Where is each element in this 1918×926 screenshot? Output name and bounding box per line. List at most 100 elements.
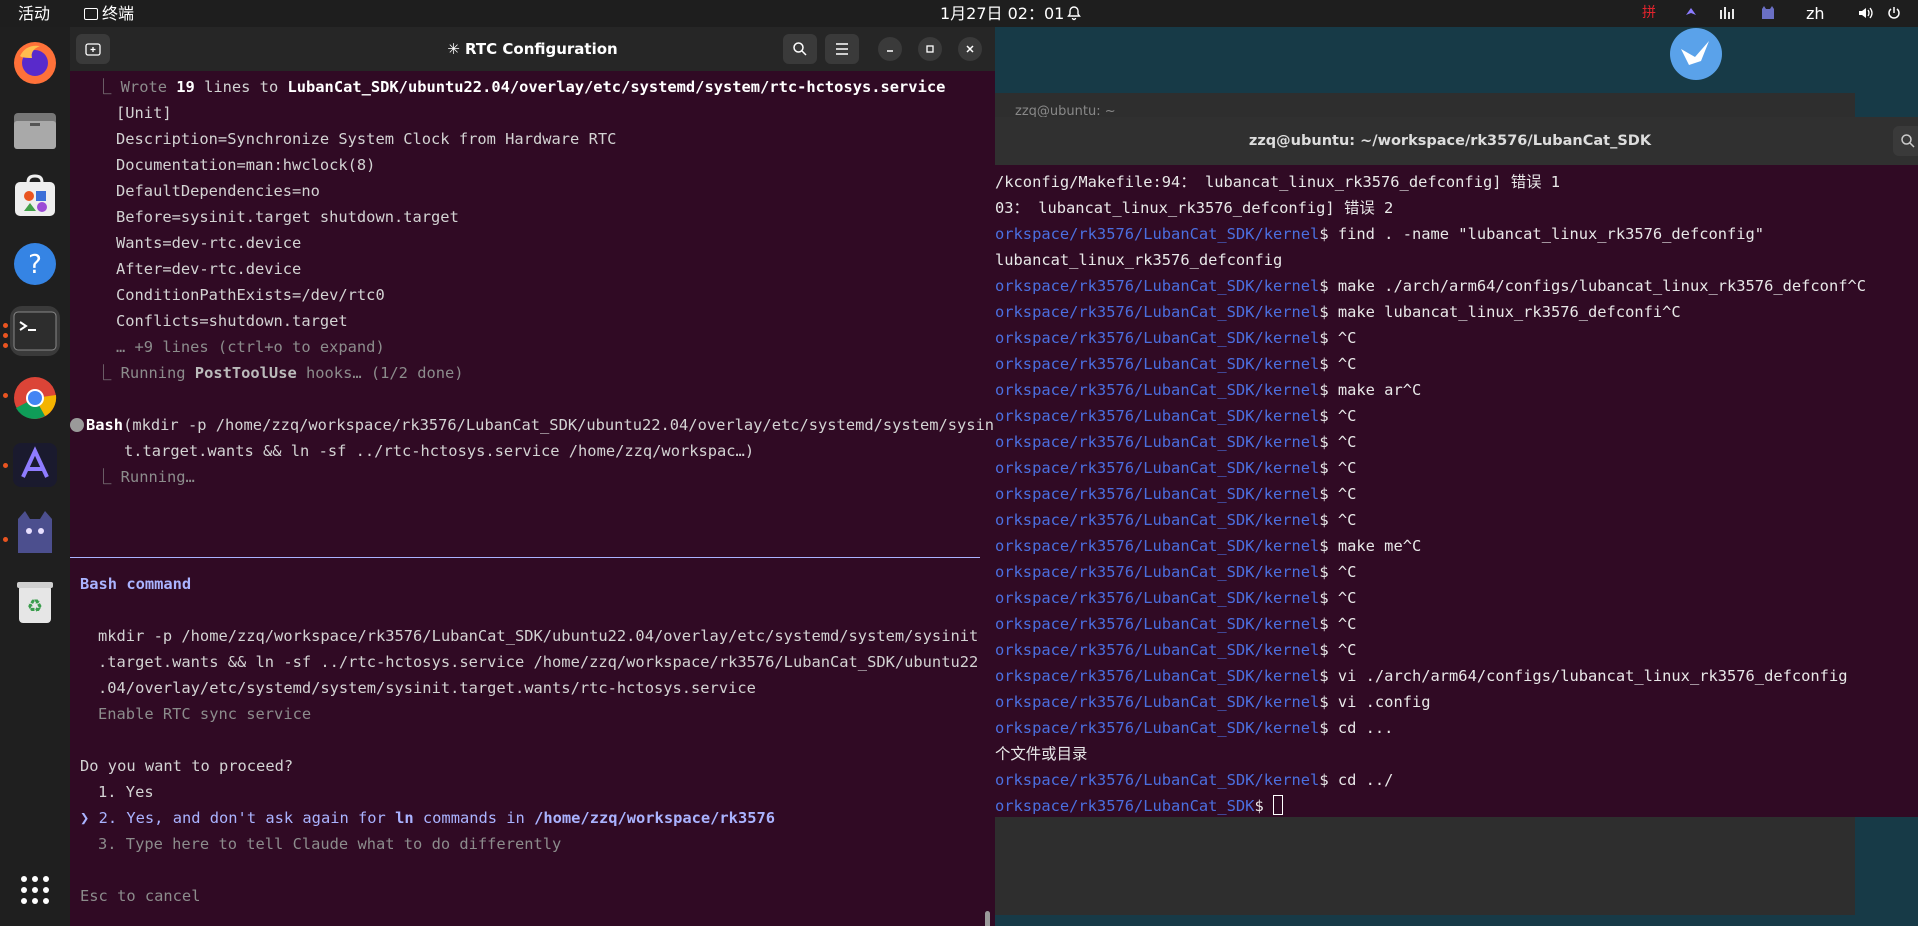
app-center-icon[interactable] <box>10 172 60 222</box>
shell-line: orkspace/rk3576/LubanCat_SDK/kernel$ ^C <box>995 351 1356 377</box>
scrollbar-thumb[interactable] <box>985 911 990 926</box>
tray-bird-icon[interactable] <box>1684 0 1698 27</box>
divider <box>70 557 980 558</box>
svg-text:?: ? <box>28 250 42 280</box>
command-text: $ ^C <box>1319 589 1357 607</box>
tray-network-icon[interactable] <box>1719 0 1737 27</box>
section-title: Bash command <box>80 575 192 593</box>
running-indicator <box>3 323 8 328</box>
terminal-small-icon <box>84 8 98 20</box>
terminal-app-menu[interactable]: 终端 <box>84 0 134 27</box>
prompt-path: orkspace/rk3576/LubanCat_SDK/kernel <box>995 381 1320 399</box>
close-button[interactable] <box>958 37 982 61</box>
shell-line: orkspace/rk3576/LubanCat_SDK/kernel$ vi … <box>995 663 1847 689</box>
output-line: ⎿ Wrote 19 lines to LubanCat_SDK/ubuntu2… <box>96 78 946 96</box>
command-text: $ ^C <box>1319 563 1357 581</box>
input-method-indicator[interactable]: 拼 <box>1642 0 1656 27</box>
command-text: $ make lubancat_linux_rk3576_defconfi^C <box>1319 303 1681 321</box>
files-icon[interactable] <box>10 105 60 155</box>
output-line: Documentation=man:hwclock(8) <box>116 156 376 174</box>
command-text: /kconfig/Makefile:94： lubancat_linux_rk3… <box>995 173 1561 191</box>
ai-app-icon[interactable] <box>10 440 60 490</box>
shell-line: lubancat_linux_rk3576_defconfig <box>995 247 1282 273</box>
output-line: Wants=dev-rtc.device <box>116 234 302 252</box>
prompt-path: orkspace/rk3576/LubanCat_SDK/kernel <box>995 719 1320 737</box>
shell-line: orkspace/rk3576/LubanCat_SDK/kernel$ ^C <box>995 429 1356 455</box>
top-bar: 活动 终端 1月27日 02：01 拼 zh <box>0 0 1918 27</box>
bash-tool-line: Bash(mkdir -p /home/zzq/workspace/rk3576… <box>70 412 995 438</box>
trash-icon[interactable]: ♻ <box>10 577 60 627</box>
esc-hint: Esc to cancel <box>80 887 201 905</box>
prompt-path: orkspace/rk3576/LubanCat_SDK/kernel <box>995 615 1320 633</box>
chrome-icon[interactable] <box>10 373 60 423</box>
search-button[interactable] <box>783 34 817 64</box>
option-yes-dont-ask[interactable]: ❯ 2. Yes, and don't ask again for ln com… <box>80 805 775 831</box>
dock: ? ♻ <box>0 27 70 926</box>
power-icon[interactable] <box>1886 0 1902 27</box>
command-text: $ vi .config <box>1319 693 1431 711</box>
prompt-path: orkspace/rk3576/LubanCat_SDK <box>995 797 1255 815</box>
terminal-window-shell[interactable]: zzq@ubuntu: ~/workspace/rk3576/LubanCat_… <box>995 117 1918 817</box>
shell-line: orkspace/rk3576/LubanCat_SDK/kernel$ ^C <box>995 481 1356 507</box>
prompt-path: orkspace/rk3576/LubanCat_SDK/kernel <box>995 277 1320 295</box>
command-text: $ make me^C <box>1319 537 1422 555</box>
option-yes[interactable]: 1. Yes <box>98 779 154 805</box>
shell-line: orkspace/rk3576/LubanCat_SDK/kernel$ mak… <box>995 533 1421 559</box>
running-indicator <box>3 463 8 468</box>
prompt-path: orkspace/rk3576/LubanCat_SDK/kernel <box>995 433 1320 451</box>
output-line: [Unit] <box>116 104 172 122</box>
activities-button[interactable]: 活动 <box>18 0 50 27</box>
app-name: 终端 <box>102 4 135 23</box>
tray-cat-icon[interactable] <box>1760 0 1776 27</box>
terminal-window-claude[interactable]: ✳ RTC Configuration ⎿ Wrote 19 lines to … <box>70 27 995 926</box>
hamburger-menu-button[interactable] <box>825 34 859 64</box>
cat-app-icon[interactable] <box>10 507 60 557</box>
command-text: $ ^C <box>1319 433 1357 451</box>
shell-line: orkspace/rk3576/LubanCat_SDK$ <box>995 793 1283 817</box>
command-text: $ ^C <box>1319 407 1357 425</box>
help-icon[interactable]: ? <box>10 239 60 289</box>
prompt-path: orkspace/rk3576/LubanCat_SDK/kernel <box>995 303 1320 321</box>
terminal-output[interactable]: ⎿ Wrote 19 lines to LubanCat_SDK/ubuntu2… <box>70 71 995 926</box>
language-indicator[interactable]: zh <box>1806 0 1825 27</box>
wallpaper-logo <box>1670 28 1722 80</box>
shell-output[interactable]: /kconfig/Makefile:94： lubancat_linux_rk3… <box>995 165 1918 817</box>
command-text: $ ^C <box>1319 511 1357 529</box>
option-tell-claude[interactable]: 3. Type here to tell Claude what to do d… <box>98 831 561 857</box>
prompt-path: orkspace/rk3576/LubanCat_SDK/kernel <box>995 563 1320 581</box>
prompt-path: orkspace/rk3576/LubanCat_SDK/kernel <box>995 641 1320 659</box>
output-line: Conflicts=shutdown.target <box>116 312 348 330</box>
command-text: $ make ar^C <box>1319 381 1422 399</box>
shell-line: orkspace/rk3576/LubanCat_SDK/kernel$ cd … <box>995 767 1393 793</box>
expand-hint[interactable]: … +9 lines (ctrl+o to expand) <box>116 334 385 360</box>
maximize-button[interactable] <box>918 37 942 61</box>
firefox-icon[interactable] <box>10 38 60 88</box>
shell-line: orkspace/rk3576/LubanCat_SDK/kernel$ vi … <box>995 689 1431 715</box>
running-indicator <box>3 393 8 398</box>
command-text: $ <box>1254 797 1273 815</box>
command-text: $ ^C <box>1319 329 1357 347</box>
terminal-icon[interactable] <box>10 306 60 356</box>
window-title: zzq@ubuntu: ~/workspace/rk3576/LubanCat_… <box>1248 133 1652 149</box>
search-button[interactable] <box>1893 126 1918 156</box>
shell-line: 03： lubancat_linux_rk3576_defconfig] 错误 … <box>995 195 1393 221</box>
command-text: $ vi ./arch/arm64/configs/lubancat_linux… <box>1319 667 1848 685</box>
bell-icon[interactable] <box>1066 0 1082 27</box>
shell-line: orkspace/rk3576/LubanCat_SDK/kernel$ ^C <box>995 507 1356 533</box>
clock[interactable]: 1月27日 02：01 <box>940 0 1064 27</box>
command-text: $ make ./arch/arm64/configs/lubancat_lin… <box>1319 277 1867 295</box>
shell-line: orkspace/rk3576/LubanCat_SDK/kernel$ ^C <box>995 403 1356 429</box>
shell-line: orkspace/rk3576/LubanCat_SDK/kernel$ mak… <box>995 273 1866 299</box>
shell-line: orkspace/rk3576/LubanCat_SDK/kernel$ mak… <box>995 377 1421 403</box>
terminal-headerbar: ✳ RTC Configuration <box>70 27 995 71</box>
volume-icon[interactable] <box>1857 0 1875 27</box>
status-dot-icon <box>70 418 84 432</box>
shell-line: orkspace/rk3576/LubanCat_SDK/kernel$ ^C <box>995 585 1356 611</box>
show-apps-icon[interactable] <box>10 865 60 915</box>
running-indicator <box>3 537 8 542</box>
text-cursor <box>1273 795 1283 815</box>
prompt-path: orkspace/rk3576/LubanCat_SDK/kernel <box>995 537 1320 555</box>
minimize-button[interactable] <box>878 37 902 61</box>
shell-line: /kconfig/Makefile:94： lubancat_linux_rk3… <box>995 169 1560 195</box>
command-text: $ ^C <box>1319 355 1357 373</box>
